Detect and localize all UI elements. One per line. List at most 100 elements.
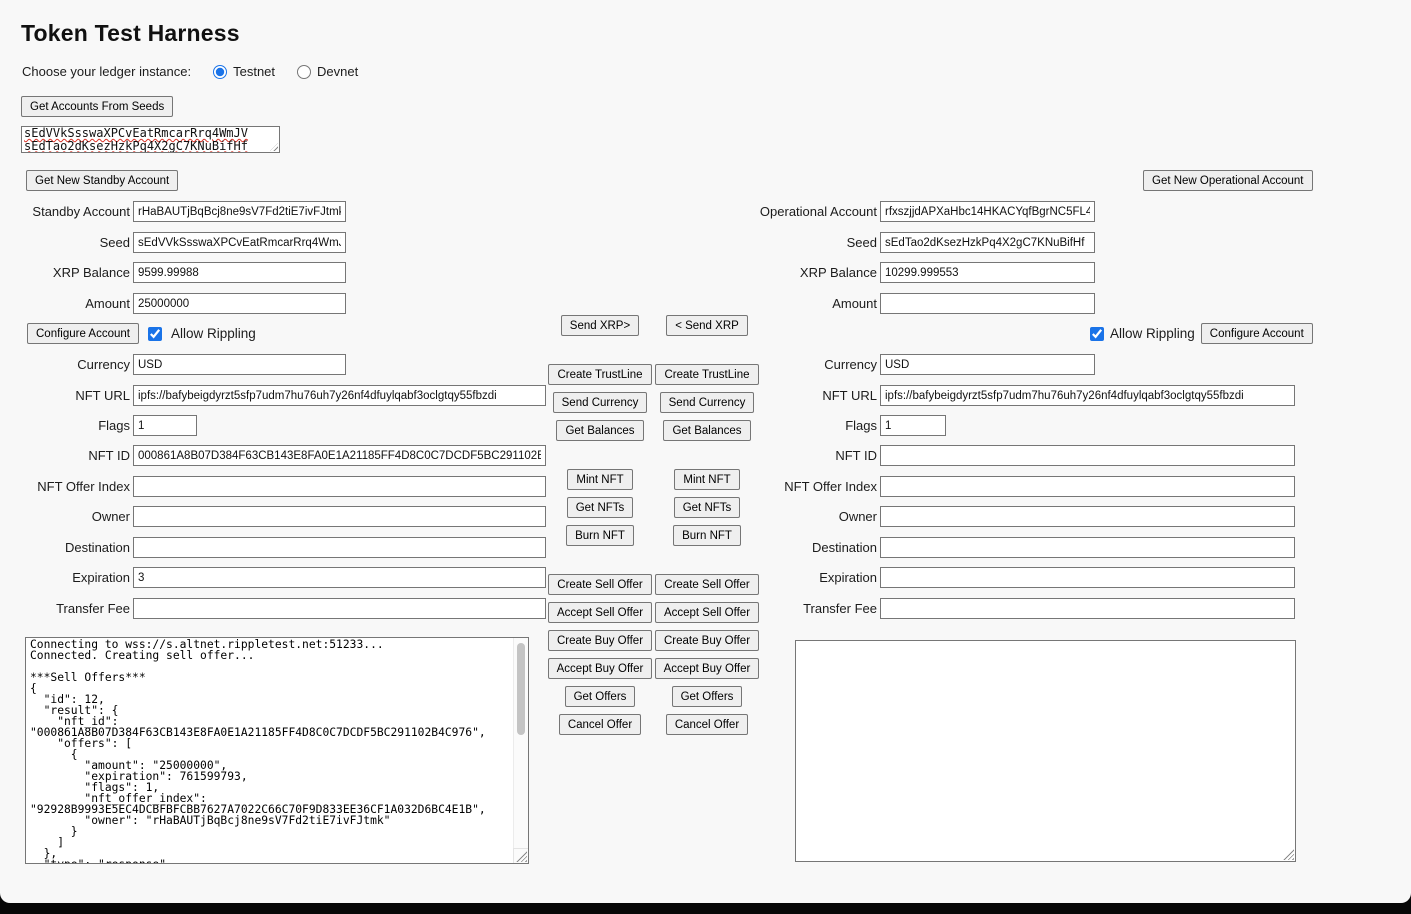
standby-send-xrp-button[interactable]: Send XRP> [561,315,639,336]
operational-get-nfts-button[interactable]: Get NFTs [674,497,741,518]
standby-expiration-input[interactable] [133,567,546,588]
operational-seed-input[interactable] [880,232,1095,253]
standby-nft-id-label: NFT ID [0,448,133,463]
operational-configure-account-button[interactable]: Configure Account [1201,323,1313,344]
devnet-radio[interactable] [297,65,311,79]
operational-nft-url-input[interactable] [880,385,1295,406]
operational-nft-offer-index-label: NFT Offer Index [750,479,880,494]
standby-create-trustline-button[interactable]: Create TrustLine [548,364,651,385]
standby-seed-label: Seed [0,235,133,250]
standby-burn-nft-button[interactable]: Burn NFT [566,525,634,546]
scrollbar-thumb[interactable] [517,643,525,735]
standby-configure-row: Configure Account Allow Rippling [27,323,256,344]
standby-result-console[interactable]: Connecting to wss://s.altnet.rippletest.… [25,637,529,864]
standby-mint-nft-button[interactable]: Mint NFT [567,469,632,490]
standby-create-sell-offer-button[interactable]: Create Sell Offer [548,574,651,595]
standby-create-buy-offer-button[interactable]: Create Buy Offer [548,630,652,651]
operational-nft-offer-index-row: NFT Offer Index [750,476,1295,497]
standby-destination-input[interactable] [133,537,546,558]
operational-xrp-balance-input[interactable] [880,262,1095,283]
operational-create-buy-offer-button[interactable]: Create Buy Offer [655,630,759,651]
scrollbar-track[interactable] [513,638,528,848]
operational-expiration-input[interactable] [880,567,1295,588]
standby-flags-input[interactable] [133,415,197,436]
standby-account-label: Standby Account [0,204,133,219]
operational-nft-offer-index-input[interactable] [880,476,1295,497]
operational-allow-rippling-checkbox[interactable] [1090,327,1104,341]
operational-currency-label: Currency [750,357,880,372]
standby-get-offers-button[interactable]: Get Offers [565,686,636,707]
operational-destination-label: Destination [750,540,880,555]
standby-currency-input[interactable] [133,354,346,375]
operational-owner-row: Owner [750,506,1295,527]
operational-currency-input[interactable] [880,354,1095,375]
ledger-instance-label: Choose your ledger instance: [22,64,191,79]
operational-transfer-fee-input[interactable] [880,598,1295,619]
standby-get-balances-button[interactable]: Get Balances [556,420,643,441]
get-new-standby-account-button[interactable]: Get New Standby Account [26,170,178,191]
standby-get-nfts-button[interactable]: Get NFTs [567,497,634,518]
operational-nft-id-row: NFT ID [750,445,1295,466]
page-title: Token Test Harness [21,20,240,47]
standby-owner-row: Owner [0,506,546,527]
operational-amount-input[interactable] [880,293,1095,314]
standby-transfer-fee-input[interactable] [133,598,546,619]
operational-destination-row: Destination [750,537,1295,558]
operational-xrp-balance-row: XRP Balance [750,262,1095,283]
standby-amount-input[interactable] [133,293,346,314]
standby-nft-id-input[interactable] [133,445,546,466]
standby-currency-label: Currency [0,357,133,372]
operational-send-xrp-button[interactable]: < Send XRP [666,315,748,336]
operational-mint-nft-button[interactable]: Mint NFT [674,469,739,490]
operational-create-trustline-button[interactable]: Create TrustLine [655,364,758,385]
devnet-radio-option[interactable]: Devnet [297,64,358,79]
get-new-operational-account-button[interactable]: Get New Operational Account [1143,170,1313,191]
standby-destination-row: Destination [0,537,546,558]
operational-owner-input[interactable] [880,506,1295,527]
operational-destination-input[interactable] [880,537,1295,558]
operational-cancel-offer-button[interactable]: Cancel Offer [666,714,748,735]
standby-xrp-balance-row: XRP Balance [0,262,346,283]
operational-burn-nft-button[interactable]: Burn NFT [673,525,741,546]
operational-send-currency-button[interactable]: Send Currency [660,392,755,413]
standby-expiration-row: Expiration [0,567,546,588]
standby-send-currency-button[interactable]: Send Currency [553,392,648,413]
operational-flags-input[interactable] [880,415,946,436]
resize-handle-icon[interactable] [1283,849,1294,860]
standby-nft-offer-index-label: NFT Offer Index [0,479,133,494]
testnet-radio[interactable] [213,65,227,79]
testnet-radio-option[interactable]: Testnet [213,64,275,79]
get-accounts-from-seeds-button[interactable]: Get Accounts From Seeds [21,96,173,117]
standby-configure-account-button[interactable]: Configure Account [27,323,139,344]
standby-allow-rippling-checkbox[interactable] [148,327,162,341]
operational-nft-id-input[interactable] [880,445,1295,466]
standby-accept-sell-offer-button[interactable]: Accept Sell Offer [548,602,652,623]
operational-flags-row: Flags [750,415,946,436]
operational-account-input[interactable] [880,201,1095,222]
standby-nft-offer-index-input[interactable] [133,476,546,497]
operational-nft-url-label: NFT URL [750,388,880,403]
seeds-textarea[interactable]: sEdVVkSsswaXPCvEatRmcarRrq4WmJV sEdTao2d… [21,126,280,153]
operational-get-offers-button[interactable]: Get Offers [672,686,743,707]
operational-result-console[interactable] [795,640,1296,862]
standby-amount-label: Amount [0,296,133,311]
operational-seed-label: Seed [750,235,880,250]
standby-accept-buy-offer-button[interactable]: Accept Buy Offer [548,658,653,679]
operational-transfer-fee-row: Transfer Fee [750,598,1295,619]
standby-owner-input[interactable] [133,506,546,527]
operational-allow-rippling-label: Allow Rippling [1110,326,1195,341]
standby-xrp-balance-input[interactable] [133,262,346,283]
standby-transfer-fee-label: Transfer Fee [0,601,133,616]
standby-nft-id-row: NFT ID [0,445,546,466]
operational-accept-buy-offer-button[interactable]: Accept Buy Offer [655,658,760,679]
standby-seed-input[interactable] [133,232,346,253]
operational-accept-sell-offer-button[interactable]: Accept Sell Offer [655,602,759,623]
operational-account-label: Operational Account [750,204,880,219]
standby-cancel-offer-button[interactable]: Cancel Offer [559,714,641,735]
standby-flags-label: Flags [0,418,133,433]
operational-create-sell-offer-button[interactable]: Create Sell Offer [655,574,758,595]
standby-result-text: Connecting to wss://s.altnet.rippletest.… [26,638,528,864]
standby-account-input[interactable] [133,201,346,222]
operational-get-balances-button[interactable]: Get Balances [663,420,750,441]
standby-nft-url-input[interactable] [133,385,546,406]
